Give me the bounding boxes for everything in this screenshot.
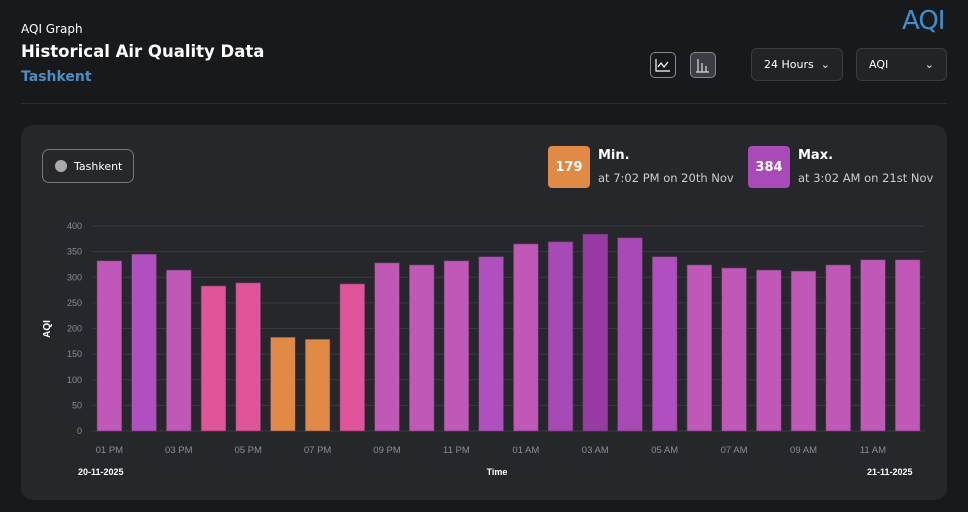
x-tick-label: 09 PM <box>373 445 401 456</box>
bar-08-pm <box>339 283 365 432</box>
bar-03-am <box>582 233 608 432</box>
bar-06-pm <box>270 336 296 432</box>
y-tick-label: 200 <box>67 324 82 334</box>
x-tick-label: 07 AM <box>721 445 748 456</box>
x-tick-label: 03 AM <box>582 445 609 456</box>
y-tick-label: 0 <box>77 426 82 436</box>
x-tick-label: 09 AM <box>790 445 817 456</box>
metric-value: AQI <box>869 58 889 71</box>
bar-07-am <box>721 267 747 432</box>
x-axis-label: Time <box>487 467 508 477</box>
bar-12-pm <box>894 259 921 432</box>
bar-07-pm <box>304 338 331 432</box>
bar-01-am <box>513 243 539 432</box>
x-tick-label: 05 PM <box>234 445 262 456</box>
x-tick-label: 05 AM <box>651 445 678 456</box>
x-tick-label: 07 PM <box>304 445 332 456</box>
y-tick-label: 100 <box>67 375 82 385</box>
city-name: Tashkent <box>21 69 92 85</box>
bar-05-pm <box>235 282 261 432</box>
bar-11-am <box>860 259 886 432</box>
bar-05-am <box>652 256 678 432</box>
aqi-bar-chart: 0 50 100 150 200 250 300 350 400 01 PM 03 PM 05 PM 0… <box>42 221 925 477</box>
x-tick-label: 11 AM <box>860 445 886 456</box>
bar-10-pm <box>409 264 435 432</box>
end-date: 21-11-2025 <box>867 467 913 477</box>
bar-11-pm <box>443 260 470 432</box>
start-date: 20-11-2025 <box>78 467 124 477</box>
bar-02-pm <box>131 253 157 432</box>
y-tick-label: 300 <box>67 272 82 282</box>
chart-card: Tashkent 179 Min. at 7:02 PM on 20th Nov … <box>21 125 947 500</box>
time-range-select[interactable]: 24 Hours ⌄ <box>751 48 843 81</box>
y-tick-label: 50 <box>72 400 82 410</box>
x-tick-label: 01 AM <box>512 445 539 456</box>
bar-02-am <box>547 241 574 432</box>
divider <box>21 103 947 104</box>
bar-09-am <box>790 270 817 432</box>
y-axis-label: AQI <box>42 320 53 338</box>
bar-03-pm <box>166 269 192 432</box>
line-chart-button[interactable] <box>650 52 676 78</box>
y-tick-label: 250 <box>67 298 82 308</box>
y-tick-label: 150 <box>67 349 82 359</box>
page-title: Historical Air Quality Data <box>21 42 265 61</box>
bar-04-am <box>617 237 643 432</box>
bar-08-am <box>756 269 782 432</box>
bar-01-pm <box>96 260 123 432</box>
x-tick-label: 03 PM <box>165 445 193 456</box>
chevron-down-icon: ⌄ <box>820 58 830 71</box>
bar-04-pm <box>200 285 227 432</box>
chevron-down-icon: ⌄ <box>924 58 934 71</box>
bar-09-pm <box>374 262 400 432</box>
bar-chart-button[interactable] <box>690 52 716 78</box>
x-tick-label: 01 PM <box>96 445 124 456</box>
app-subtitle: AQI Graph <box>21 22 83 36</box>
x-tick-label: 11 PM <box>443 445 470 456</box>
metric-select[interactable]: AQI ⌄ <box>856 48 947 81</box>
bar-10-am <box>825 264 851 432</box>
bar-12-am <box>478 256 504 432</box>
bar-chart-icon <box>696 59 709 73</box>
y-tick-label: 400 <box>67 221 82 231</box>
aqi-logo: AQI <box>902 6 945 36</box>
bar-06-am <box>686 264 713 432</box>
time-range-value: 24 Hours <box>764 58 814 71</box>
y-tick-label: 350 <box>67 247 82 257</box>
line-chart-icon <box>655 59 670 72</box>
